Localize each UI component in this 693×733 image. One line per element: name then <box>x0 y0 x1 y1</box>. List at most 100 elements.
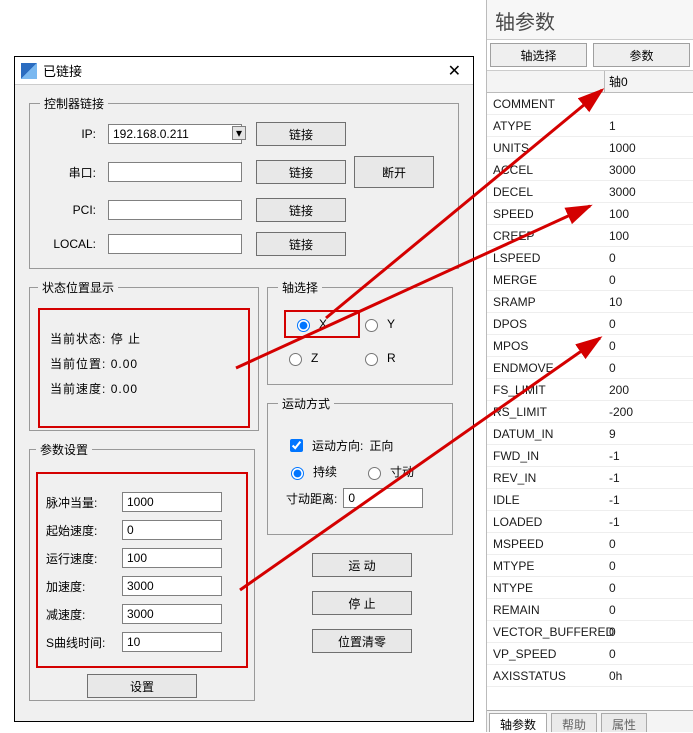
close-icon[interactable]: ✕ <box>442 61 467 81</box>
table-row[interactable]: NTYPE0 <box>487 577 693 599</box>
dialog-body: 控制器链接 IP: ▾ 链接 串口: 链接 断开 PCI: 链接 LOCAL: <box>15 85 473 721</box>
param-value[interactable]: 0 <box>605 339 693 353</box>
clear-pos-button[interactable]: 位置清零 <box>312 629 412 653</box>
table-row[interactable]: VP_SPEED0 <box>487 643 693 665</box>
table-row[interactable]: CREEP100 <box>487 225 693 247</box>
axis-select-button[interactable]: 轴选择 <box>490 43 587 67</box>
jog-dist-input[interactable] <box>343 488 423 508</box>
axis-x-label: X <box>319 317 327 331</box>
table-row[interactable]: SPEED100 <box>487 203 693 225</box>
param-value[interactable]: 0 <box>605 537 693 551</box>
ip-input[interactable] <box>108 124 242 144</box>
param-value[interactable]: 0 <box>605 581 693 595</box>
axis-z-input[interactable] <box>289 353 302 366</box>
scurve-input[interactable] <box>122 632 222 652</box>
axis-x-radio[interactable]: X <box>292 316 327 332</box>
table-row[interactable]: MTYPE0 <box>487 555 693 577</box>
param-value[interactable]: -200 <box>605 405 693 419</box>
param-value[interactable]: -1 <box>605 493 693 507</box>
local-input[interactable] <box>108 234 242 254</box>
connect-local-button[interactable]: 链接 <box>256 232 346 256</box>
param-name: LSPEED <box>487 251 605 265</box>
param-name: MPOS <box>487 339 605 353</box>
jog-radio[interactable]: 寸动 <box>363 463 414 480</box>
run-button[interactable]: 运 动 <box>312 553 412 577</box>
param-value[interactable]: -1 <box>605 515 693 529</box>
connect-pci-button[interactable]: 链接 <box>256 198 346 222</box>
table-row[interactable]: FWD_IN-1 <box>487 445 693 467</box>
direction-checkbox[interactable] <box>290 439 303 452</box>
param-value[interactable]: 100 <box>605 207 693 221</box>
connect-ip-button[interactable]: 链接 <box>256 122 346 146</box>
param-value[interactable]: 0 <box>605 273 693 287</box>
jog-input[interactable] <box>368 467 381 480</box>
axis-y-radio[interactable]: Y <box>360 310 436 338</box>
controller-link-group: 控制器链接 IP: ▾ 链接 串口: 链接 断开 PCI: 链接 LOCAL: <box>29 95 459 269</box>
table-row[interactable]: LSPEED0 <box>487 247 693 269</box>
table-row[interactable]: MERGE0 <box>487 269 693 291</box>
connect-serial-button[interactable]: 链接 <box>256 160 346 184</box>
tab-help[interactable]: 帮助 <box>551 713 597 732</box>
param-value[interactable]: -1 <box>605 471 693 485</box>
param-value[interactable]: 0 <box>605 559 693 573</box>
table-row[interactable]: AXISSTATUS0h <box>487 665 693 687</box>
axis-r-input[interactable] <box>365 353 378 366</box>
disconnect-button[interactable]: 断开 <box>354 156 434 188</box>
param-value[interactable]: 0 <box>605 647 693 661</box>
table-row[interactable]: ATYPE1 <box>487 115 693 137</box>
table-row[interactable]: MPOS0 <box>487 335 693 357</box>
axis-x-input[interactable] <box>297 319 310 332</box>
param-value[interactable]: 0h <box>605 669 693 683</box>
continuous-input[interactable] <box>291 467 304 480</box>
table-row[interactable]: DATUM_IN9 <box>487 423 693 445</box>
table-row[interactable]: DECEL3000 <box>487 181 693 203</box>
table-row[interactable]: FS_LIMIT200 <box>487 379 693 401</box>
accel-input[interactable] <box>122 576 222 596</box>
table-row[interactable]: IDLE-1 <box>487 489 693 511</box>
param-value[interactable]: 3000 <box>605 163 693 177</box>
param-value[interactable]: 0 <box>605 603 693 617</box>
param-value[interactable]: 100 <box>605 229 693 243</box>
pci-input[interactable] <box>108 200 242 220</box>
table-row[interactable]: ACCEL3000 <box>487 159 693 181</box>
param-value[interactable]: 0 <box>605 317 693 331</box>
axis-r-radio[interactable]: R <box>360 350 436 366</box>
pulse-input[interactable] <box>122 492 222 512</box>
param-value[interactable]: -1 <box>605 449 693 463</box>
ip-combo[interactable]: ▾ <box>108 124 248 144</box>
table-row[interactable]: LOADED-1 <box>487 511 693 533</box>
stop-button[interactable]: 停 止 <box>312 591 412 615</box>
table-row[interactable]: REV_IN-1 <box>487 467 693 489</box>
decel-label: 减速度: <box>46 606 122 623</box>
param-value[interactable]: 200 <box>605 383 693 397</box>
serial-input[interactable] <box>108 162 242 182</box>
runspd-input[interactable] <box>122 548 222 568</box>
table-row[interactable]: ENDMOVE0 <box>487 357 693 379</box>
table-row[interactable]: UNITS1000 <box>487 137 693 159</box>
table-row[interactable]: VECTOR_BUFFERED0 <box>487 621 693 643</box>
axis-z-radio[interactable]: Z <box>284 350 360 366</box>
tab-props[interactable]: 属性 <box>601 713 647 732</box>
decel-input[interactable] <box>122 604 222 624</box>
table-row[interactable]: COMMENT <box>487 93 693 115</box>
param-value[interactable]: 0 <box>605 625 693 639</box>
axis-y-input[interactable] <box>365 319 378 332</box>
param-button[interactable]: 参数 <box>593 43 690 67</box>
table-row[interactable]: REMAIN0 <box>487 599 693 621</box>
chevron-down-icon[interactable]: ▾ <box>232 126 246 140</box>
param-value[interactable]: 3000 <box>605 185 693 199</box>
param-value[interactable]: 1 <box>605 119 693 133</box>
startspd-input[interactable] <box>122 520 222 540</box>
tab-axis-params[interactable]: 轴参数 <box>489 713 547 732</box>
table-row[interactable]: RS_LIMIT-200 <box>487 401 693 423</box>
continuous-radio[interactable]: 持续 <box>286 463 337 480</box>
param-value[interactable]: 1000 <box>605 141 693 155</box>
table-row[interactable]: MSPEED0 <box>487 533 693 555</box>
param-value[interactable]: 0 <box>605 251 693 265</box>
table-row[interactable]: SRAMP10 <box>487 291 693 313</box>
set-button[interactable]: 设置 <box>87 674 197 698</box>
param-value[interactable]: 10 <box>605 295 693 309</box>
param-value[interactable]: 0 <box>605 361 693 375</box>
param-value[interactable]: 9 <box>605 427 693 441</box>
table-row[interactable]: DPOS0 <box>487 313 693 335</box>
